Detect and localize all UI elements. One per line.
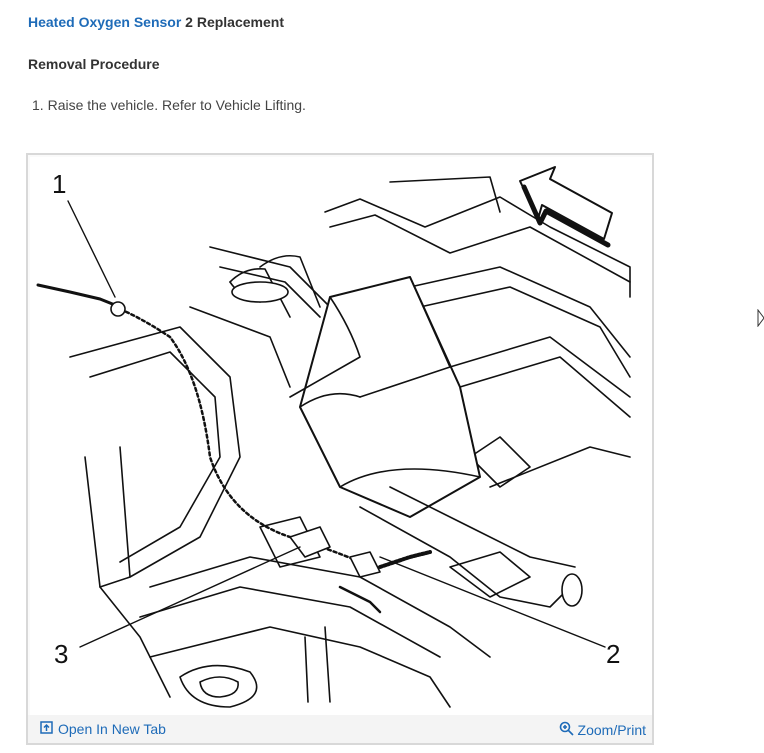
section-title: Removal Procedure — [28, 56, 160, 72]
open-in-new-tab-icon — [40, 721, 53, 737]
callout-3: 3 — [54, 639, 68, 669]
step-text: Raise the vehicle. Refer to Vehicle Lift… — [47, 97, 306, 113]
zoom-print-label: Zoom/Print — [577, 722, 646, 738]
open-in-new-tab-label: Open In New Tab — [58, 721, 166, 737]
direction-arrow — [519, 166, 613, 248]
magnifier-icon — [559, 721, 574, 739]
open-in-new-tab-button[interactable]: Open In New Tab — [40, 721, 166, 737]
callout-1: 1 — [52, 169, 66, 199]
zoom-print-button[interactable]: Zoom/Print — [559, 721, 646, 739]
title-suffix: 2 Replacement — [185, 14, 284, 30]
procedure-steps: 1. Raise the vehicle. Refer to Vehicle L… — [32, 97, 306, 113]
figure-toolbar: Open In New Tab Zoom/Print — [28, 715, 652, 743]
mouse-cursor-icon — [757, 308, 764, 332]
step-item: 1. Raise the vehicle. Refer to Vehicle L… — [32, 97, 306, 113]
illustration-figure: 1 2 3 Open In New Tab Zoom/Print — [26, 153, 654, 745]
step-number: 1. — [32, 97, 44, 113]
heated-oxygen-sensor-link[interactable]: Heated Oxygen Sensor — [28, 14, 181, 30]
page-title: Heated Oxygen Sensor 2 Replacement — [28, 14, 284, 30]
callout-2: 2 — [606, 639, 620, 669]
exhaust-illustration: 1 2 3 — [30, 157, 652, 717]
